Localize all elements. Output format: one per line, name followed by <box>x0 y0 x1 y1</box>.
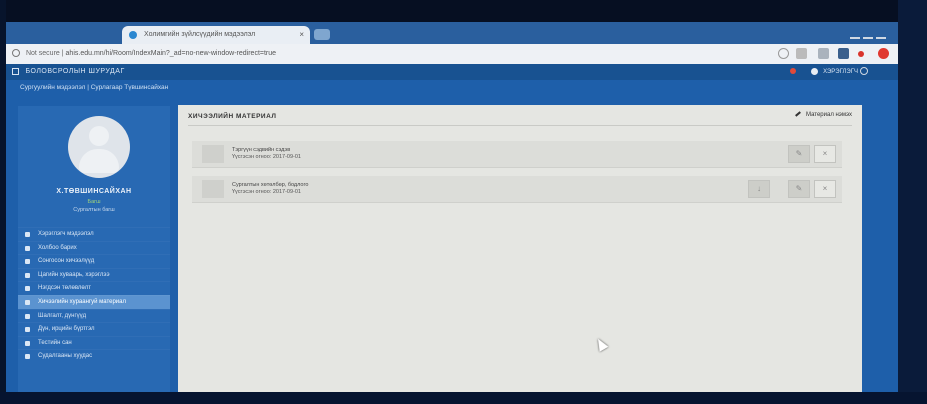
page-title: ХИЧЭЭЛИЙН МАТЕРИАЛ <box>188 113 277 120</box>
sidebar-item-label: Судалгааны хуудас <box>38 353 93 360</box>
sidebar-item-label: Шалгалт, дүнгүүд <box>38 312 87 319</box>
tab-title: Холимгийн зүйлсүүдийн мэдээлэл <box>144 31 256 38</box>
pencil-icon <box>795 111 802 118</box>
trash-icon: × <box>822 149 828 158</box>
opera-icon[interactable] <box>878 48 889 59</box>
sidebar-item-exams[interactable]: Шалгалт, дүнгүүд <box>18 308 170 323</box>
star-icon[interactable] <box>796 48 807 59</box>
materials-panel: ХИЧЭЭЛИЙН МАТЕРИАЛ Материал нэмэх Тэргүү… <box>178 105 862 394</box>
book-icon <box>25 259 30 265</box>
info-icon[interactable] <box>12 49 20 58</box>
sidebar-item-test-bank[interactable]: Тестийн сан <box>18 335 170 350</box>
chart-icon <box>25 313 30 319</box>
edit-icon: ✎ <box>795 184 803 193</box>
user-icon <box>25 232 30 237</box>
power-icon[interactable] <box>860 67 868 75</box>
sidebar-item-planning[interactable]: Нэгдсэн төлөвлөлт <box>18 281 170 295</box>
sidebar: Х.ТӨВШИНСАЙХАН Багш Сургалтын багш Хэрэг… <box>18 106 170 394</box>
profile-role: Багш <box>87 199 101 205</box>
sidebar-item-materials[interactable]: Хичээлийн хураангуй материал <box>18 294 170 309</box>
search-icon[interactable] <box>778 48 789 59</box>
sidebar-item-label: Дүн, ирцийн бүртгэл <box>38 326 95 333</box>
tab-close-icon[interactable]: × <box>299 26 304 44</box>
profile-subtitle: Сургалтын багш <box>73 207 115 213</box>
sidebar-item-label: Хичээлийн хураангуй материал <box>38 298 126 305</box>
divider <box>188 125 852 126</box>
avatar <box>811 67 819 75</box>
red-dot-icon[interactable] <box>858 51 864 57</box>
file-thumbnail <box>202 180 224 198</box>
download-icon: ↓ <box>757 184 761 193</box>
sidebar-item-label: Хэрэглэгч мэдээлэл <box>38 231 94 237</box>
sidebar-item-grades[interactable]: Дүн, ирцийн бүртгэл <box>18 322 170 336</box>
monitor-bezel-bottom <box>0 392 927 404</box>
sidebar-item-label: Нэгдсэн төлөвлөлт <box>38 285 91 292</box>
monitor-bezel-top <box>0 0 927 22</box>
sidebar-item-label: Холбоо барих <box>38 244 77 251</box>
table-icon <box>25 327 30 333</box>
arrow-icon <box>25 354 30 360</box>
sidebar-item-contact[interactable]: Холбоо барих <box>18 240 170 255</box>
delete-button[interactable]: × <box>814 180 836 198</box>
url-text[interactable]: ahis.edu.mn/hi/Room/IndexMain?_ad=no-new… <box>66 50 277 57</box>
nav-user-label: ХЭРЭГЛЭГЧ <box>823 69 858 75</box>
trash-icon: × <box>822 184 828 193</box>
material-title: Тэргүүн сэдвийн сэдэв <box>232 147 291 153</box>
folder-icon <box>25 299 30 305</box>
new-tab-button[interactable] <box>314 29 330 40</box>
material-title: Сургалтын хөтөлбөр, бодлого <box>232 182 309 188</box>
address-bar: Not secure | ahis.edu.mn/hi/Room/IndexMa… <box>6 44 898 64</box>
browser-window: Холимгийн зүйлсүүдийн мэдээлэл × Not sec… <box>6 22 898 394</box>
monitor-bezel-right <box>898 0 927 404</box>
delete-button[interactable]: × <box>814 145 836 163</box>
sidebar-item-label: Цагийн хуваарь, хэрэглээ <box>38 271 110 278</box>
list-item[interactable]: Тэргүүн сэдвийн сэдэв Үүсгэсэн огноо: 20… <box>192 141 842 168</box>
edit-button[interactable]: ✎ <box>788 145 810 163</box>
edit-button[interactable]: ✎ <box>788 180 810 198</box>
security-label: Not secure <box>25 50 60 57</box>
download-button[interactable]: ↓ <box>748 180 770 198</box>
clock-icon <box>25 272 30 278</box>
sidebar-item-label: Сонгосон хичээлүүд <box>38 258 95 265</box>
notification-icon[interactable] <box>789 68 796 75</box>
edit-icon: ✎ <box>795 149 803 158</box>
user-menu[interactable]: ХЭРЭГЛЭГЧ <box>789 67 858 77</box>
material-date: Үүсгэсэн огноо: 2017-09-01 <box>232 154 301 160</box>
sidebar-item-schedule[interactable]: Цагийн хуваарь, хэрэглээ <box>18 267 170 282</box>
app-brand[interactable]: БОЛОВСРОЛЫН ШУРУДАГ <box>12 64 125 80</box>
sidebar-item-survey[interactable]: Судалгааны хуудас <box>18 349 170 363</box>
add-material-label: Материал нэмэх <box>806 112 852 118</box>
material-date: Үүсгэсэн огноо: 2017-09-01 <box>232 189 301 195</box>
browser-tab[interactable]: Холимгийн зүйлсүүдийн мэдээлэл × <box>122 26 310 44</box>
file-thumbnail <box>202 145 224 163</box>
favicon-icon <box>129 31 137 39</box>
profile-name: Х.ТӨВШИНСАЙХАН <box>56 188 132 195</box>
list-icon <box>25 340 30 346</box>
app-navbar: БОЛОВСРОЛЫН ШУРУДАГ ХЭРЭГЛЭГЧ <box>6 64 898 80</box>
grid-icon <box>12 67 19 75</box>
phone-icon <box>25 245 30 251</box>
list-item[interactable]: Сургалтын хөтөлбөр, бодлого Үүсгэсэн огн… <box>192 176 842 203</box>
sidebar-item-user-info[interactable]: Хэрэглэгч мэдээлэл <box>18 227 170 241</box>
breadcrumb: Сургуулийн мэдээлэл | Сурлагаар Түвшинса… <box>20 84 169 91</box>
brand-text: БОЛОВСРОЛЫН ШУРУДАГ <box>25 68 125 75</box>
window-controls[interactable] <box>850 26 890 39</box>
users-icon <box>25 286 30 292</box>
sidebar-item-courses[interactable]: Сонгосон хичээлүүд <box>18 254 170 268</box>
add-material-button[interactable]: Материал нэмэх <box>795 111 852 118</box>
omnibox[interactable]: Not secure | ahis.edu.mn/hi/Room/IndexMa… <box>12 47 760 61</box>
profile-avatar <box>68 116 130 178</box>
doc-icon[interactable] <box>838 48 849 59</box>
sidebar-menu: Хэрэглэгч мэдээлэл Холбоо барих Сонгосон… <box>18 227 170 363</box>
sidebar-item-label: Тестийн сан <box>38 339 72 346</box>
tab-strip: Холимгийн зүйлсүүдийн мэдээлэл × <box>6 22 898 44</box>
cast-icon[interactable] <box>818 48 829 59</box>
